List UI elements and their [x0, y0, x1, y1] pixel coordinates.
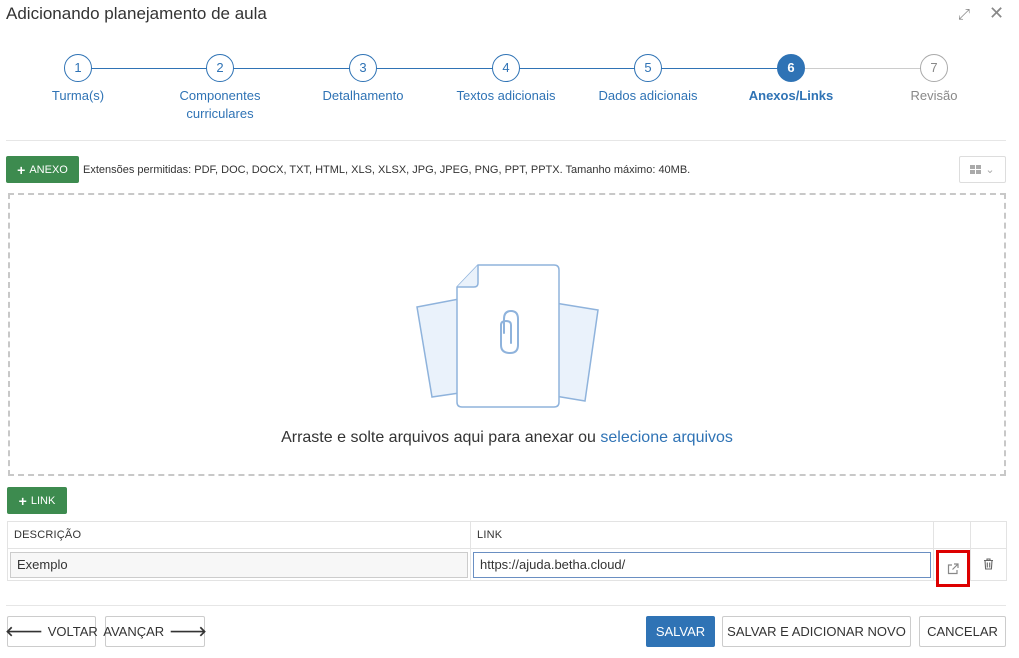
add-link-label: LINK — [30, 494, 56, 507]
external-link-icon — [947, 562, 959, 574]
step-number: 3 — [349, 54, 377, 82]
step-label: Turma(s) — [51, 88, 105, 103]
step-label: Detalhamento — [322, 88, 404, 103]
column-header-delete — [970, 521, 1007, 549]
description-cell — [7, 548, 471, 581]
column-header-open — [933, 521, 971, 549]
step-number: 2 — [206, 54, 234, 82]
add-link-button[interactable]: + LINK — [7, 487, 67, 514]
divider — [6, 605, 1006, 606]
step-label: Revisão — [910, 88, 958, 103]
step-label: Dados adicionais — [598, 88, 698, 103]
chevron-down-icon: ⌄ — [985, 164, 995, 176]
delete-cell — [970, 548, 1007, 581]
description-input[interactable] — [10, 551, 468, 578]
step-number: 6 — [777, 54, 805, 82]
grid-view-icon — [970, 165, 982, 174]
step-detalhamento[interactable]: 3 Detalhamento — [293, 54, 433, 105]
view-mode-dropdown[interactable]: ⌄ — [959, 156, 1006, 183]
modal-header: Adicionando planejamento de aula ⤢ ✕ — [0, 0, 1019, 30]
column-header-description: DESCRIÇÃO — [7, 521, 471, 549]
step-textos-adicionais[interactable]: 4 Textos adicionais — [436, 54, 576, 105]
step-componentes-curriculares[interactable]: 2 Componentes curriculares — [150, 54, 290, 123]
save-and-new-button[interactable]: SALVAR E ADICIONAR NOVO — [722, 616, 911, 647]
table-header-row: DESCRIÇÃO LINK — [7, 521, 1007, 549]
close-icon[interactable]: ✕ — [989, 3, 1004, 24]
cancel-button[interactable]: CANCELAR — [919, 616, 1006, 647]
select-files-link[interactable]: selecione arquivos — [600, 429, 733, 446]
add-attachment-button[interactable]: + ANEXO — [6, 156, 79, 183]
step-label: Componentes curriculares — [150, 87, 290, 123]
dropzone-text: Arraste e solte arquivos aqui para anexa… — [281, 429, 596, 446]
open-link-button[interactable] — [936, 550, 970, 587]
step-anexos-links[interactable]: 6 Anexos/Links — [721, 54, 861, 105]
step-label-line1: Componentes — [179, 88, 261, 103]
file-dropzone[interactable]: Arraste e solte arquivos aqui para anexa… — [8, 193, 1006, 476]
link-input[interactable] — [473, 551, 931, 578]
file-attachment-illustration-icon — [416, 264, 599, 408]
step-dados-adicionais[interactable]: 5 Dados adicionais — [578, 54, 718, 105]
modal-title: Adicionando planejamento de aula — [6, 4, 267, 23]
step-revisao[interactable]: 7 Revisão — [864, 54, 1004, 105]
step-number: 5 — [634, 54, 662, 82]
arrow-right-icon: 🡒 — [169, 623, 207, 639]
link-cell — [470, 548, 934, 581]
dropzone-instructions: Arraste e solte arquivos aqui para anexa… — [10, 429, 1004, 447]
step-label-line2: curriculares — [186, 106, 254, 121]
divider — [6, 140, 1006, 141]
step-number: 7 — [920, 54, 948, 82]
links-table: DESCRIÇÃO LINK — [7, 521, 1007, 587]
wizard-stepper: 1 Turma(s) 2 Componentes curriculares 3 … — [0, 54, 1019, 134]
open-link-cell — [933, 548, 971, 587]
plus-icon: + — [17, 161, 26, 178]
step-turmas[interactable]: 1 Turma(s) — [8, 54, 148, 105]
step-number: 1 — [64, 54, 92, 82]
plus-icon: + — [18, 492, 27, 509]
allowed-extensions-note: Extensões permitidas: PDF, DOC, DOCX, TX… — [83, 164, 691, 176]
next-button[interactable]: AVANÇAR 🡒 — [103, 616, 207, 647]
save-button[interactable]: SALVAR — [646, 616, 715, 647]
step-number: 4 — [492, 54, 520, 82]
step-label: Anexos/Links — [748, 88, 834, 103]
trash-icon[interactable] — [983, 558, 994, 570]
next-label: AVANÇAR — [103, 624, 165, 639]
arrow-left-icon: 🡐 — [5, 623, 43, 639]
add-attachment-label: ANEXO — [29, 163, 68, 176]
back-label: VOLTAR — [47, 624, 98, 639]
table-row — [7, 548, 1007, 587]
back-button[interactable]: 🡐 VOLTAR — [5, 616, 98, 647]
expand-icon[interactable]: ⤢ — [958, 6, 970, 23]
column-header-link: LINK — [470, 521, 934, 549]
step-label: Textos adicionais — [456, 88, 556, 103]
